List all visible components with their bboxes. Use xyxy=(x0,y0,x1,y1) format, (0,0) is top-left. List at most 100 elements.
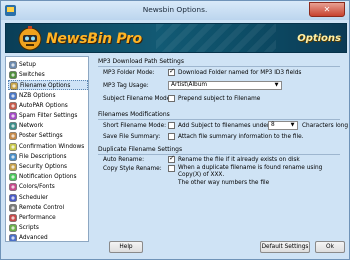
sidebar-item-label: AutoPAR Options xyxy=(19,102,68,109)
auto-rename-check-label: Rename the file if it already exists on … xyxy=(178,157,300,163)
sidebar-item-label: Performance xyxy=(19,215,56,221)
sidebar-item-label: NZB Options xyxy=(19,92,56,99)
sidebar-item-label: Scripts xyxy=(19,225,39,232)
clock-icon xyxy=(9,193,17,202)
sidebar-item-label: Scheduler xyxy=(19,194,49,201)
nzb-icon xyxy=(9,91,17,100)
sidebar-item[interactable]: AutoPAR Options xyxy=(8,101,88,111)
sidebar-item-label: Confirmation Windows xyxy=(19,143,85,150)
short-filename-mode-label: Short Filename Mode: xyxy=(103,123,167,129)
bell-icon xyxy=(9,173,17,181)
switch-icon xyxy=(9,71,17,79)
filenames-section-header: Filenames Modifications xyxy=(98,111,170,118)
banner: NewsBin Pro Options xyxy=(5,23,347,53)
sidebar-item-label: Colors/Fonts xyxy=(19,184,55,191)
description-icon xyxy=(9,153,17,161)
banner-logo-text: NewsBin Pro xyxy=(46,31,142,47)
mp3-folder-mode-check-label: Download Folder named for MP3 ID3 fields xyxy=(178,70,302,76)
script-icon xyxy=(9,224,17,232)
sidebar-item-label: Security Options xyxy=(19,164,68,170)
copy-style-rename-checkbox[interactable] xyxy=(168,165,175,172)
mp3-folder-mode-checkbox[interactable] xyxy=(168,67,175,76)
options-sidebar: Setup Switches Filename Options NZB Options… xyxy=(5,56,89,242)
sidebar-item[interactable]: Network xyxy=(8,121,88,131)
divider xyxy=(98,119,340,120)
banner-decoration xyxy=(156,24,276,52)
short-filename-mode-checkbox[interactable] xyxy=(168,122,175,129)
sidebar-item-label: Poster Settings xyxy=(19,133,63,140)
robot-logo-icon xyxy=(18,26,42,51)
sidebar-item[interactable]: Spam Filter Settings xyxy=(8,111,88,121)
mp3-tag-usage-label: MP3 Tag Usage: xyxy=(103,83,149,89)
divider xyxy=(98,154,340,155)
speed-icon xyxy=(9,214,17,222)
title-bar: Newsbin Options. ✕ xyxy=(1,1,349,20)
sidebar-item[interactable]: Performance xyxy=(8,213,88,223)
sidebar-item[interactable]: Filename Options xyxy=(8,80,88,91)
file-icon xyxy=(10,82,18,91)
subject-filename-mode-label: Subject Filename Mode: xyxy=(103,96,173,102)
copy-style-rename-label: Copy Style Rename: xyxy=(103,166,162,172)
characters-long-label: Characters long xyxy=(302,123,348,129)
auto-rename-label: Auto Rename: xyxy=(103,157,145,163)
sidebar-item[interactable]: Confirmation Windows xyxy=(8,142,88,152)
short-filename-length-select[interactable]: 8 ▼ xyxy=(268,121,298,130)
sidebar-item[interactable]: Scheduler xyxy=(8,193,88,203)
sidebar-item[interactable]: Scripts xyxy=(8,223,88,233)
copy-style-rename-text-1: When a duplicate filename is found renam… xyxy=(178,165,323,179)
save-file-summary-check-label: Attach file summary information to the f… xyxy=(178,134,304,140)
banner-section-title: Options xyxy=(297,33,341,44)
auto-rename-checkbox[interactable] xyxy=(168,154,175,163)
subject-filename-mode-checkbox[interactable] xyxy=(168,95,175,102)
options-window: Newsbin Options. ✕ NewsBin Pro Options S… xyxy=(0,0,350,260)
ok-button[interactable]: Ok xyxy=(315,241,345,253)
spam-icon xyxy=(9,112,17,120)
palette-icon xyxy=(9,183,17,192)
chevron-down-icon[interactable]: ▼ xyxy=(273,82,280,89)
sidebar-item[interactable]: Switches xyxy=(8,70,88,80)
save-file-summary-checkbox[interactable] xyxy=(168,133,175,140)
duplicates-section-header: Duplicate Filename Settings xyxy=(98,146,183,153)
short-filename-mode-check-label: Add Subject to filenames under xyxy=(178,123,270,129)
copy-style-rename-text-2: The other way numbers the file xyxy=(178,179,270,186)
window-title: Newsbin Options. xyxy=(142,5,208,14)
mp3-section-header: MP3 Download Path Settings xyxy=(98,58,184,65)
save-file-summary-label: Save File Summary: xyxy=(103,134,161,140)
sidebar-item-label: File Descriptions xyxy=(19,153,67,160)
sidebar-item[interactable]: Remote Control xyxy=(8,203,88,213)
filename-options-panel: MP3 Download Path Settings MP3 Folder Mo… xyxy=(94,56,348,242)
mp3-tag-usage-value: Artist\Album xyxy=(171,82,208,88)
chevron-down-icon[interactable]: ▼ xyxy=(289,122,296,129)
sidebar-item-label: Advanced xyxy=(19,235,48,242)
gear-icon xyxy=(9,61,17,69)
lock-icon xyxy=(9,163,17,171)
mp3-tag-usage-select[interactable]: Artist\Album ▼ xyxy=(168,81,282,90)
confirm-icon xyxy=(9,142,17,151)
sidebar-item-label: Remote Control xyxy=(19,204,65,211)
sidebar-item-label: Setup xyxy=(19,62,36,68)
mp3-folder-mode-label: MP3 Folder Mode: xyxy=(103,70,155,76)
close-icon[interactable]: ✕ xyxy=(324,5,331,14)
close-button[interactable]: ✕ xyxy=(309,2,345,17)
sidebar-item-label: Switches xyxy=(19,72,45,79)
sidebar-item[interactable]: Security Options xyxy=(8,162,88,172)
par-icon xyxy=(9,102,17,110)
sidebar-item[interactable]: Colors/Fonts xyxy=(8,182,88,192)
sidebar-item-label: Notification Options xyxy=(19,174,77,181)
subject-filename-mode-check-label: Prepend subject to Filename xyxy=(178,96,261,102)
sidebar-item[interactable]: File Descriptions xyxy=(8,152,88,162)
sidebar-item[interactable]: Poster Settings xyxy=(8,131,88,141)
copy-style-rename-description: When a duplicate filename is found renam… xyxy=(178,165,343,187)
sidebar-item[interactable]: Notification Options xyxy=(8,172,88,182)
divider xyxy=(98,66,340,67)
sidebar-item[interactable]: Setup xyxy=(8,60,88,70)
remote-icon xyxy=(9,204,17,212)
network-icon xyxy=(9,122,17,130)
advanced-icon xyxy=(9,234,17,241)
sidebar-item[interactable]: NZB Options xyxy=(8,91,88,101)
default-settings-button[interactable]: Default Settings xyxy=(260,241,310,253)
help-button[interactable]: Help xyxy=(109,241,143,253)
sidebar-item-label: Spam Filter Settings xyxy=(19,113,78,119)
sidebar-item[interactable]: Advanced xyxy=(8,233,88,242)
poster-icon xyxy=(9,132,17,141)
